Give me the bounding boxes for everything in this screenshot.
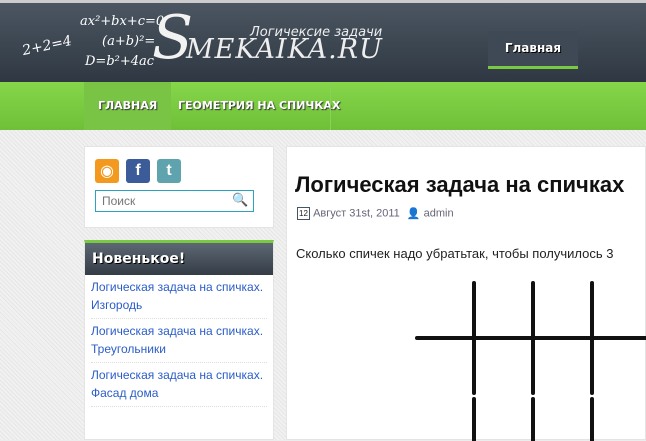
formula: (a+b)²= xyxy=(102,34,156,49)
link-line[interactable]: Фасад дома xyxy=(91,384,267,402)
post-author[interactable]: admin xyxy=(424,208,454,220)
link-line[interactable]: Изгородь xyxy=(91,296,267,314)
twitter-icon[interactable]: t xyxy=(157,159,181,183)
facebook-icon[interactable]: f xyxy=(126,159,150,183)
nav-item-home[interactable]: ГЛАВНАЯ xyxy=(84,82,172,130)
link-line[interactable]: Треугольники xyxy=(91,340,267,358)
nav-divider xyxy=(330,82,331,130)
calendar-icon: 12 xyxy=(297,207,310,220)
recent-post-link[interactable]: Логическая задача на спичках. Фасад дома xyxy=(91,363,267,407)
search-input[interactable] xyxy=(95,190,254,212)
post-content: Логическая задача на спичках 12 Август 3… xyxy=(286,146,646,441)
widget-title: Новенькое! xyxy=(85,243,273,275)
tagline: Логичексие задачи xyxy=(250,25,383,40)
formula: 2+2=4 xyxy=(20,32,74,60)
formula: D=b²+4ac xyxy=(85,54,155,69)
search-icon[interactable]: 🔍 xyxy=(232,193,248,208)
link-line[interactable]: Логическая задача на спичках. xyxy=(91,366,267,384)
top-nav-home[interactable]: Главная xyxy=(488,31,578,69)
site-header: 2+2=4 ax²+bx+c=0 (a+b)²= D=b²+4ac S MEKA… xyxy=(0,0,646,82)
nav-item-matches-geometry[interactable]: ГЕОМЕТРИЯ НА СПИЧКАХ xyxy=(164,82,354,130)
link-line[interactable]: Логическая задача на спичках. xyxy=(91,322,267,340)
post-date: Август 31st, 2011 xyxy=(313,207,400,220)
social-search-widget: ◉ f t 🔍 xyxy=(84,146,274,228)
matches-puzzle-image xyxy=(415,281,646,441)
post-meta: 12 Август 31st, 2011 👤 admin xyxy=(297,207,454,220)
rss-icon[interactable]: ◉ xyxy=(95,159,119,183)
author-icon: 👤 xyxy=(406,208,421,220)
main-nav: ГЛАВНАЯ ГЕОМЕТРИЯ НА СПИЧКАХ xyxy=(0,82,646,130)
link-line[interactable]: Логическая задача на спичках. xyxy=(91,278,267,296)
post-text: Сколько спичек надо убратьтак, чтобы пол… xyxy=(296,246,614,261)
post-title[interactable]: Логическая задача на спичках xyxy=(295,172,624,198)
recent-post-link[interactable]: Логическая задача на спичках. Изгородь xyxy=(91,275,267,319)
recent-posts-widget: Новенькое! Логическая задача на спичках.… xyxy=(84,240,274,440)
recent-post-link[interactable]: Логическая задача на спичках. Треугольник… xyxy=(91,319,267,363)
